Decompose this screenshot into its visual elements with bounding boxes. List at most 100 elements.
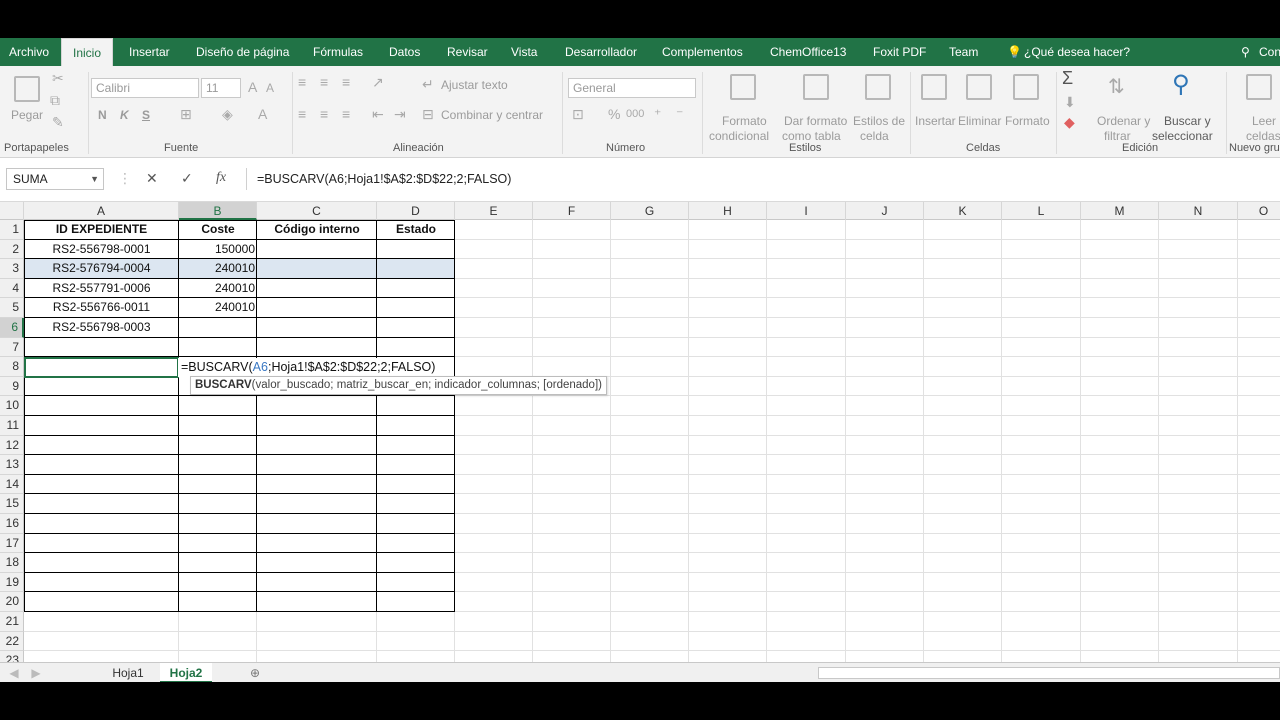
- shrink-font-icon[interactable]: A: [266, 81, 274, 95]
- column-header-k[interactable]: K: [924, 202, 1002, 220]
- align-center-icon[interactable]: ≡: [320, 106, 328, 122]
- table-header-cell[interactable]: Coste: [179, 220, 257, 240]
- font-color-icon[interactable]: A: [258, 106, 267, 122]
- sheet-tab-hoja2[interactable]: Hoja2: [160, 663, 212, 682]
- chevron-down-icon[interactable]: ▼: [90, 169, 99, 189]
- row-header-8[interactable]: 8: [0, 357, 24, 377]
- tab-chemoffice[interactable]: ChemOffice13: [770, 38, 846, 66]
- cut-icon[interactable]: ✂: [52, 70, 64, 87]
- align-bottom-icon[interactable]: ≡: [342, 74, 350, 90]
- font-name-select[interactable]: Calibri: [91, 78, 199, 98]
- row-header-15[interactable]: 15: [0, 494, 24, 514]
- account-link[interactable]: Con: [1259, 38, 1280, 66]
- decrease-decimal-icon[interactable]: ⁻: [676, 106, 683, 123]
- cost-cell[interactable]: 150000: [179, 240, 257, 260]
- align-left-icon[interactable]: ≡: [298, 106, 306, 122]
- align-middle-icon[interactable]: ≡: [320, 74, 328, 90]
- align-top-icon[interactable]: ≡: [298, 74, 306, 90]
- percent-icon[interactable]: %: [608, 106, 620, 122]
- font-size-select[interactable]: 11: [201, 78, 241, 98]
- name-box[interactable]: SUMA ▼: [6, 168, 104, 190]
- next-sheet-icon[interactable]: ▶: [28, 663, 44, 682]
- row-header-13[interactable]: 13: [0, 455, 24, 475]
- sort-filter-button-2[interactable]: filtrar: [1104, 129, 1131, 143]
- autosum-icon[interactable]: Σ: [1062, 68, 1073, 89]
- fill-icon[interactable]: ⬇: [1064, 94, 1076, 111]
- read-cells-button[interactable]: Leer: [1252, 114, 1276, 128]
- id-cell[interactable]: RS2-556798-0003: [24, 318, 179, 338]
- select-all-corner[interactable]: [0, 202, 24, 220]
- spreadsheet-grid[interactable]: ABCDEFGHIJKLMNO 1 2 3 4 5 6 7 8 9 10 11 12 13 14 15 16 1…: [0, 202, 1280, 662]
- cell-styles-label-2[interactable]: celda: [860, 129, 889, 143]
- find-select-button-2[interactable]: seleccionar: [1152, 129, 1213, 143]
- number-format-select[interactable]: General: [568, 78, 696, 98]
- find-select-button[interactable]: Buscar y: [1164, 114, 1211, 128]
- insert-cells-button[interactable]: Insertar: [915, 114, 956, 128]
- column-header-b[interactable]: B: [179, 202, 257, 220]
- table-header-cell[interactable]: Estado: [377, 220, 455, 240]
- row-header-4[interactable]: 4: [0, 278, 24, 299]
- cost-cell[interactable]: 240010: [179, 279, 257, 299]
- comma-style-icon[interactable]: 000: [626, 108, 644, 120]
- format-as-table-label[interactable]: Dar formato: [784, 114, 847, 128]
- row-header-6[interactable]: 6: [0, 318, 24, 338]
- row-header-22[interactable]: 22: [0, 631, 24, 652]
- format-as-table-label-2[interactable]: como tabla: [782, 129, 841, 143]
- column-header-h[interactable]: H: [689, 202, 767, 220]
- row-header-17[interactable]: 17: [0, 533, 24, 554]
- row-header-16[interactable]: 16: [0, 514, 24, 534]
- row-header-19[interactable]: 19: [0, 572, 24, 593]
- clear-icon[interactable]: ◆: [1064, 114, 1075, 131]
- tab-revisar[interactable]: Revisar: [447, 38, 488, 66]
- borders-icon[interactable]: ⊞: [180, 106, 192, 123]
- tab-datos[interactable]: Datos: [389, 38, 420, 66]
- table-header-cell[interactable]: ID EXPEDIENTE: [24, 220, 179, 240]
- increase-indent-icon[interactable]: ⇥: [394, 106, 406, 123]
- tab-archivo[interactable]: Archivo: [9, 38, 49, 66]
- align-right-icon[interactable]: ≡: [342, 106, 350, 122]
- tab-diseno-pagina[interactable]: Diseño de página: [196, 38, 289, 66]
- column-header-d[interactable]: D: [377, 202, 455, 220]
- id-cell[interactable]: RS2-556766-0011: [24, 298, 179, 318]
- italic-button[interactable]: K: [120, 108, 129, 122]
- row-header-21[interactable]: 21: [0, 612, 24, 632]
- wrap-text-button[interactable]: Ajustar texto: [441, 78, 508, 92]
- row-header-1[interactable]: 1: [0, 220, 24, 240]
- row-header-18[interactable]: 18: [0, 553, 24, 573]
- column-header-i[interactable]: I: [767, 202, 846, 220]
- row-header-11[interactable]: 11: [0, 416, 24, 436]
- sheet-tab-hoja1[interactable]: Hoja1: [100, 663, 156, 682]
- tab-insertar[interactable]: Insertar: [129, 38, 170, 66]
- copy-icon[interactable]: ⧉: [50, 92, 60, 109]
- column-header-g[interactable]: G: [611, 202, 689, 220]
- orientation-icon[interactable]: ↗: [372, 74, 384, 91]
- grow-font-icon[interactable]: A: [248, 79, 257, 95]
- format-painter-icon[interactable]: ✎: [52, 114, 64, 131]
- row-header-12[interactable]: 12: [0, 435, 24, 456]
- tab-team[interactable]: Team: [949, 38, 978, 66]
- column-header-c[interactable]: C: [257, 202, 377, 220]
- tab-formulas[interactable]: Fórmulas: [313, 38, 363, 66]
- id-cell[interactable]: RS2-556798-0001: [24, 240, 179, 260]
- column-header-e[interactable]: E: [455, 202, 533, 220]
- fill-color-icon[interactable]: ◈: [222, 106, 233, 123]
- tab-desarrollador[interactable]: Desarrollador: [565, 38, 637, 66]
- row-header-14[interactable]: 14: [0, 474, 24, 495]
- tell-me-search[interactable]: ¿Qué desea hacer?: [1024, 38, 1130, 66]
- function-tooltip[interactable]: BUSCARV(valor_buscado; matriz_buscar_en;…: [190, 376, 607, 395]
- row-header-3[interactable]: 3: [0, 259, 24, 279]
- row-header-10[interactable]: 10: [0, 396, 24, 416]
- bold-button[interactable]: N: [98, 108, 107, 122]
- tab-vista[interactable]: Vista: [511, 38, 537, 66]
- id-cell[interactable]: RS2-576794-0004: [24, 259, 179, 279]
- cost-cell[interactable]: 240010: [179, 298, 257, 318]
- column-header-l[interactable]: L: [1002, 202, 1081, 220]
- row-header-7[interactable]: 7: [0, 337, 24, 358]
- conditional-format-label[interactable]: Formato: [722, 114, 767, 128]
- delete-cells-button[interactable]: Eliminar: [958, 114, 1001, 128]
- format-cells-button[interactable]: Formato: [1005, 114, 1050, 128]
- cost-cell[interactable]: 240010: [179, 259, 257, 279]
- tab-complementos[interactable]: Complementos: [662, 38, 743, 66]
- tab-foxit-pdf[interactable]: Foxit PDF: [873, 38, 926, 66]
- id-cell[interactable]: RS2-557791-0006: [24, 279, 179, 299]
